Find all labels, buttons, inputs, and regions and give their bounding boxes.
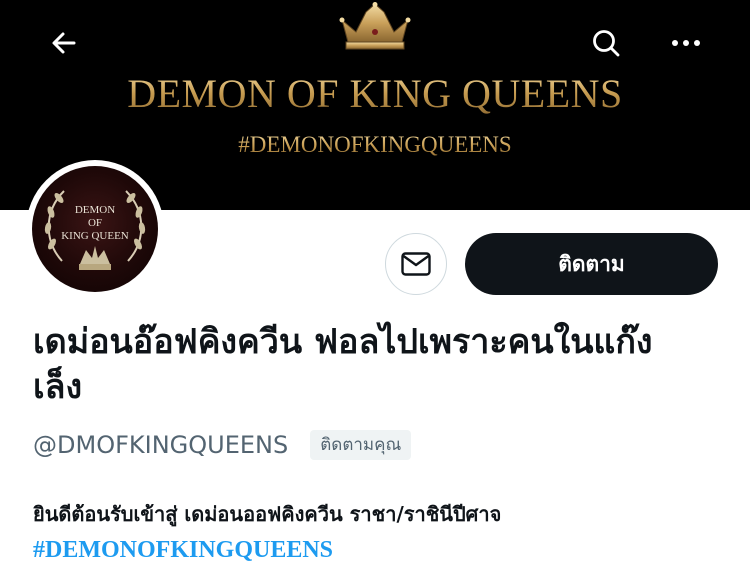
handle-row: @DMOFKINGQUEENS ติดตามคุณ [33,428,412,462]
more-button[interactable] [662,19,710,67]
avatar-text-line: OF [87,217,103,229]
avatar-image: DEMON OF KING QUEEN [32,166,158,292]
mail-icon [401,252,431,276]
avatar-text-line: DEMON [74,204,116,216]
search-button[interactable] [582,19,630,67]
message-button[interactable] [385,233,447,295]
search-icon [593,30,620,57]
bio-hashtag-link[interactable]: #DEMONOFKINGQUEENS [33,532,733,568]
follows-you-badge: ติดตามคุณ [310,430,412,460]
more-horizontal-icon [672,40,700,46]
follow-button[interactable]: ติดตาม [465,233,718,295]
crown-icon [339,2,411,50]
bio: ยินดีต้อนรับเข้าสู่ เดม่อนออฟคิงควีน ราช… [33,496,733,568]
display-name: เดม่อนอ๊อฟคิงควีน ฟอลไปเพราะคนในแก๊งเล็ง [33,322,653,407]
back-button[interactable] [40,19,88,67]
avatar[interactable]: DEMON OF KING QUEEN [26,160,164,298]
arrow-left-icon [52,32,76,54]
avatar-text-line: KING QUEEN [61,230,129,242]
banner-hashtag: #DEMONOFKINGQUEENS [0,132,750,158]
bio-text: ยินดีต้อนรับเข้าสู่ เดม่อนออฟคิงควีน ราช… [33,502,502,526]
username-handle: @DMOFKINGQUEENS [33,431,289,459]
banner-title: DEMON OF KING QUEENS [0,70,750,117]
